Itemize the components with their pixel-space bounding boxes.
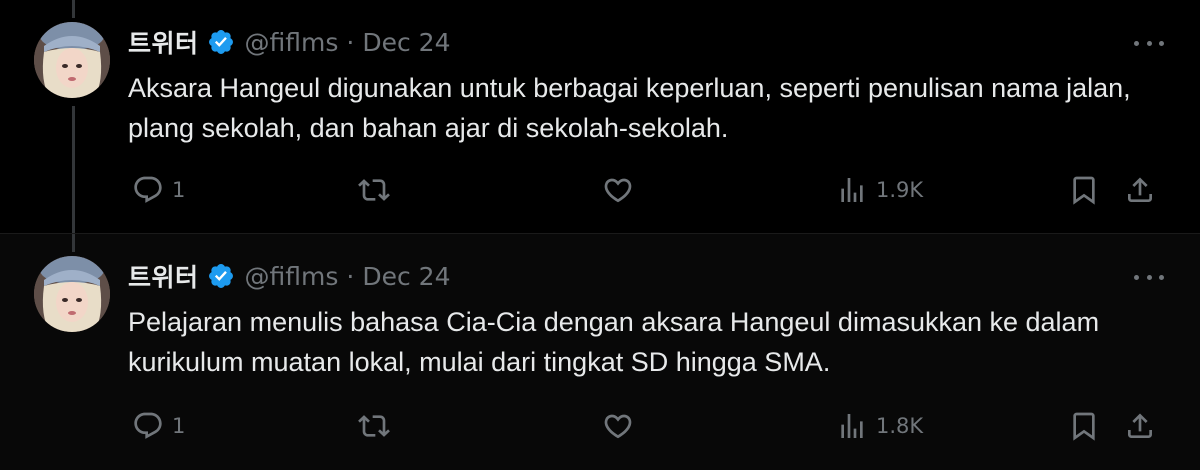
action-bar: 1 1.8K (128, 406, 1168, 446)
bookmark-button[interactable] (1068, 170, 1100, 210)
share-icon (1128, 177, 1152, 202)
display-name[interactable]: 트위터 (128, 24, 199, 60)
more-icon[interactable] (1134, 267, 1164, 287)
verified-badge-icon (207, 28, 235, 56)
reply-button[interactable]: 1 (132, 170, 185, 210)
share-button[interactable] (1124, 170, 1156, 210)
like-icon (604, 178, 632, 203)
view-count: 1.8K (876, 414, 924, 438)
share-icon (1128, 413, 1152, 438)
retweet-icon (358, 415, 390, 437)
views-button[interactable]: 1.8K (836, 406, 923, 446)
thread-line-bottom (72, 106, 75, 233)
tweet-header: 트위터 @fiflms · Dec 24 (128, 24, 450, 60)
retweet-icon (358, 179, 390, 201)
avatar[interactable] (34, 22, 110, 98)
verified-badge-icon (207, 262, 235, 290)
more-icon[interactable] (1134, 33, 1164, 53)
tweet[interactable]: 트위터 @fiflms · Dec 24 Aksara Hangeul digu… (0, 0, 1200, 233)
views-icon (841, 178, 863, 202)
like-button[interactable] (602, 170, 634, 210)
action-bar: 1 1.9K (128, 170, 1168, 210)
views-icon (841, 414, 863, 438)
separator: · (346, 261, 355, 291)
reply-icon (134, 176, 162, 203)
views-button[interactable]: 1.9K (836, 170, 923, 210)
reply-button[interactable]: 1 (132, 406, 185, 446)
tweet-text: Aksara Hangeul digunakan untuk berbagai … (128, 73, 1131, 143)
reply-count: 1 (172, 414, 186, 438)
like-button[interactable] (602, 406, 634, 446)
tweet[interactable]: 트위터 @fiflms · Dec 24 Pelajaran menulis b… (0, 233, 1200, 470)
retweet-button[interactable] (358, 170, 390, 210)
reply-count: 1 (172, 178, 186, 202)
handle[interactable]: @fiflms (245, 28, 339, 57)
handle[interactable]: @fiflms (245, 262, 339, 291)
avatar[interactable] (34, 256, 110, 332)
like-icon (604, 414, 632, 439)
timestamp[interactable]: Dec 24 (362, 28, 450, 57)
tweet-header: 트위터 @fiflms · Dec 24 (128, 258, 450, 294)
separator: · (346, 27, 355, 57)
tweet-text: Pelajaran menulis bahasa Cia-Cia dengan … (128, 307, 1100, 377)
bookmark-button[interactable] (1068, 406, 1100, 446)
share-button[interactable] (1124, 406, 1156, 446)
thread-line-top (72, 0, 75, 18)
bookmark-icon (1073, 176, 1095, 205)
reply-icon (134, 412, 162, 439)
view-count: 1.9K (876, 178, 924, 202)
retweet-button[interactable] (358, 406, 390, 446)
thread-line-top (72, 234, 75, 252)
bookmark-icon (1073, 412, 1095, 441)
timestamp[interactable]: Dec 24 (362, 262, 450, 291)
display-name[interactable]: 트위터 (128, 258, 199, 294)
